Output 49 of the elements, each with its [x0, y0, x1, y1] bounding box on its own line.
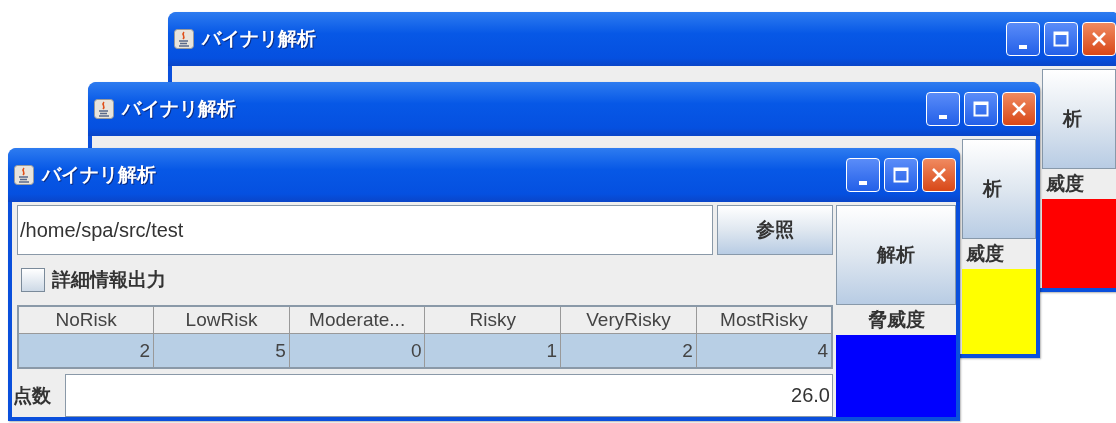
column-header[interactable]: Moderate... [289, 306, 425, 334]
maximize-button[interactable] [964, 92, 998, 126]
threat-label: 威度 [965, 241, 1005, 266]
analyze-button[interactable]: 解析 [836, 205, 956, 305]
score-field[interactable]: 26.0 [65, 374, 833, 417]
column-header[interactable]: Risky [424, 306, 561, 334]
window-title: バイナリ解析 [42, 162, 156, 187]
analyze-button[interactable]: 析 [962, 139, 1036, 239]
minimize-icon [1019, 45, 1027, 49]
minimize-icon [859, 181, 867, 185]
checkbox-label[interactable]: 詳細情報出力 [52, 267, 166, 293]
table-cell: 2 [18, 333, 154, 368]
column-header[interactable]: MostRisky [696, 306, 832, 334]
minimize-button[interactable] [846, 158, 880, 192]
coffee-cup-icon [174, 29, 194, 49]
column-header[interactable]: NoRisk [18, 306, 154, 334]
threat-label: 威度 [1045, 171, 1085, 196]
close-button[interactable] [1002, 92, 1036, 126]
close-button[interactable] [922, 158, 956, 192]
maximize-icon [1053, 31, 1069, 47]
threat-label: 脅威度 [866, 307, 926, 332]
table-cell: 2 [560, 333, 697, 368]
table-cell: 0 [289, 333, 425, 368]
minimize-icon [939, 115, 947, 119]
path-field[interactable]: /home/spa/src/test [17, 205, 713, 255]
table-cell: 5 [153, 333, 290, 368]
close-icon [1091, 31, 1107, 47]
minimize-button[interactable] [1006, 22, 1040, 56]
window-title: バイナリ解析 [202, 26, 316, 51]
maximize-button[interactable] [1044, 22, 1078, 56]
column-header[interactable]: VeryRisky [560, 306, 697, 334]
close-button[interactable] [1082, 22, 1116, 56]
maximize-icon [973, 101, 989, 117]
table-row[interactable]: 2 5 0 1 2 4 [18, 333, 832, 368]
score-label: 点数 [13, 382, 52, 408]
coffee-cup-icon [94, 99, 114, 119]
close-icon [931, 167, 947, 183]
close-icon [1011, 101, 1027, 117]
maximize-icon [893, 167, 909, 183]
analyze-button[interactable]: 析 [1042, 69, 1116, 169]
checkbox[interactable] [21, 268, 45, 292]
coffee-cup-icon [14, 165, 34, 185]
table-cell: 4 [696, 333, 832, 368]
window-title: バイナリ解析 [122, 96, 236, 121]
minimize-button[interactable] [926, 92, 960, 126]
column-header[interactable]: LowRisk [153, 306, 290, 334]
browse-button[interactable]: 参照 [717, 205, 833, 255]
table-cell: 1 [424, 333, 561, 368]
maximize-button[interactable] [884, 158, 918, 192]
